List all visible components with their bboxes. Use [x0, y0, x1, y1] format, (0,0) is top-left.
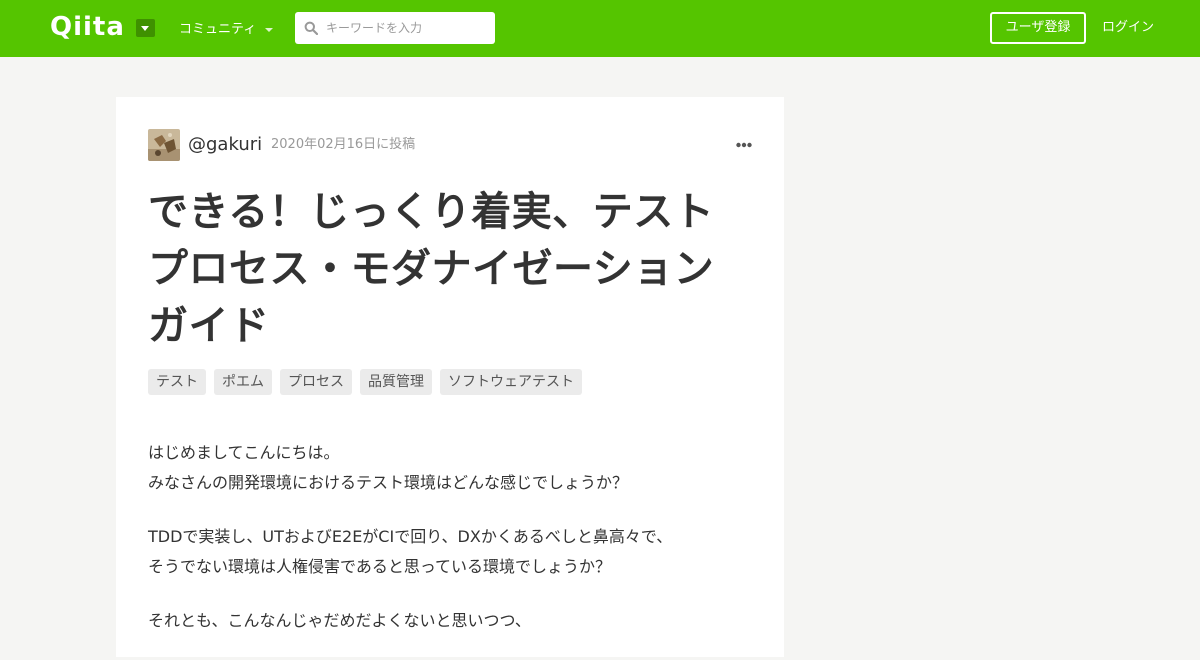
- author-avatar[interactable]: [148, 129, 180, 161]
- community-menu-label: コミュニティ: [179, 22, 257, 37]
- signup-button[interactable]: ユーザ登録: [990, 12, 1086, 44]
- paragraph-line: TDDで実装し、UTおよびE2EがCIで回り、DXかくあるべしと鼻高々で、: [148, 527, 673, 546]
- tag-link[interactable]: ソフトウェアテスト: [440, 369, 582, 395]
- avatar-image: [148, 129, 180, 161]
- tag-list: テスト ポエム プロセス 品質管理 ソフトウェアテスト: [148, 369, 582, 395]
- paragraph-line: はじめましてこんにちは。: [148, 443, 340, 462]
- qiita-logo[interactable]: Qiita: [50, 12, 125, 42]
- title-line: プロセス・モダナイゼーション: [148, 246, 715, 292]
- tag-link[interactable]: テスト: [148, 369, 206, 395]
- post-date: 2020年02月16日に投稿: [271, 137, 416, 152]
- search-icon: [304, 21, 318, 35]
- article-body: はじめましてこんにちは。 みなさんの開発環境におけるテスト環境はどんな感じでしょ…: [148, 438, 748, 660]
- paragraph: はじめましてこんにちは。 みなさんの開発環境におけるテスト環境はどんな感じでしょ…: [148, 438, 748, 498]
- paragraph-line: それとも、こんなんじゃだめだよくないと思いつつ、: [148, 611, 531, 630]
- caret-down-icon: [265, 27, 274, 32]
- tag-link[interactable]: 品質管理: [360, 369, 432, 395]
- paragraph-line: そうでない環境は人権侵害であると思っている環境でしょうか？: [148, 557, 612, 576]
- paragraph: それとも、こんなんじゃだめだよくないと思いつつ、: [148, 606, 748, 636]
- article-title: できる！じっくり着実、テスト プロセス・モダナイゼーション ガイド: [148, 184, 748, 355]
- more-options-icon[interactable]: [736, 142, 752, 148]
- author-name[interactable]: @gakuri: [188, 133, 262, 157]
- title-line: できる！じっくり着実、テスト: [148, 189, 715, 235]
- tag-link[interactable]: プロセス: [280, 369, 352, 395]
- search-input[interactable]: [326, 17, 486, 39]
- login-link[interactable]: ログイン: [1102, 19, 1154, 37]
- paragraph: TDDで実装し、UTおよびE2EがCIで回り、DXかくあるべしと鼻高々で、 そう…: [148, 522, 748, 582]
- tag-link[interactable]: ポエム: [214, 369, 272, 395]
- logo-dropdown-button[interactable]: [136, 19, 155, 37]
- community-menu[interactable]: コミュニティ: [179, 21, 274, 39]
- search-box[interactable]: [295, 12, 495, 44]
- top-navbar: Qiita コミュニティ ユーザ登録 ログイン: [0, 0, 1200, 57]
- paragraph-line: みなさんの開発環境におけるテスト環境はどんな感じでしょうか？: [148, 473, 629, 492]
- title-line: ガイド: [148, 303, 270, 349]
